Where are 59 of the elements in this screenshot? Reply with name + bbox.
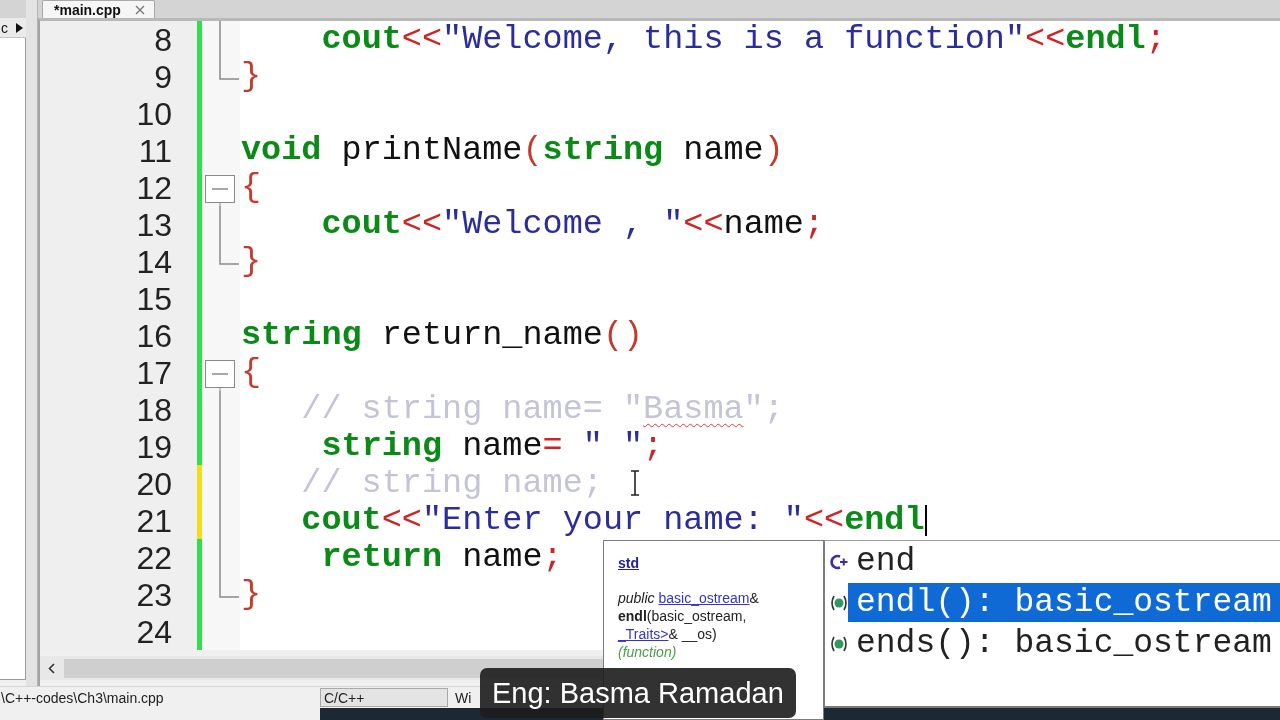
line-number: 24 [136,615,172,648]
video-caption: Eng: Basma Ramadan [480,668,796,718]
text-cursor-icon [630,470,640,496]
line-number: 13 [136,208,172,241]
file-path-text: \C++-codes\Ch3\main.cpp [0,689,165,706]
fold-end-icon [219,576,239,598]
code-line: } [241,577,262,612]
code-line: // string name; [301,466,603,501]
status-text: Wi [455,689,472,706]
editor-tab[interactable]: *main.cpp [42,0,155,18]
code-line: void printName(string name) [241,133,784,168]
line-number: 20 [136,467,172,500]
code-line: string name= " "; [321,429,664,464]
code-line: } [241,244,262,279]
type-link[interactable]: _Traits> [618,626,669,642]
line-number: 8 [154,23,172,56]
code-line: { [241,170,262,205]
code-line: cout<<"Welcome, this is a function"<<endl; [321,22,1166,57]
completion-item[interactable]: ends(): basic_ostream [825,623,1280,664]
line-number: 18 [136,393,172,426]
fold-end-icon [219,243,239,265]
type-link[interactable]: basic_ostream [658,590,750,606]
line-number: 22 [136,541,172,574]
line-number: 16 [136,319,172,352]
language-field: C/C++ [320,688,448,707]
bracketed-dot-icon [830,634,848,653]
namespace-link[interactable]: std [618,554,639,572]
triangle-right-icon[interactable] [16,22,23,33]
code-line: cout<<"Welcome , "<<name; [321,207,825,242]
signature-text: _Traits>& __os) [618,625,717,643]
chevron-left-icon [47,662,55,674]
c-plus-icon [830,552,848,571]
scroll-left-button[interactable] [40,656,62,680]
code-line: cout<<"Enter your name: "<<endl [301,503,925,538]
line-number: 11 [138,134,172,167]
code-line: } [241,59,262,94]
line-number: 10 [136,97,172,130]
line-number: 17 [136,356,172,389]
symbol-kind-label: (function) [618,643,677,661]
line-number: 23 [136,578,172,611]
close-icon[interactable] [134,4,145,15]
line-number: 19 [136,430,172,463]
code-line: // string name= "Basma"; [301,392,784,427]
code-line: return name; [321,540,563,575]
line-number: 12 [136,171,172,204]
signature-text: endl(basic_ostream, [618,607,747,625]
line-number: 15 [136,282,172,315]
signature-text: public basic_ostream& [618,589,759,607]
code-line: string return_name() [241,318,644,353]
code-line: { [241,355,262,390]
fold-end-icon [219,58,239,80]
fold-guide-line [219,21,221,58]
fold-guide-line [219,206,221,243]
completion-item[interactable]: end [825,541,1280,582]
bracketed-dot-icon [830,593,848,612]
line-number: 9 [154,60,172,93]
line-number: 21 [136,504,172,537]
panel-tab-label[interactable]: c [1,20,8,35]
line-number: 14 [136,245,172,278]
